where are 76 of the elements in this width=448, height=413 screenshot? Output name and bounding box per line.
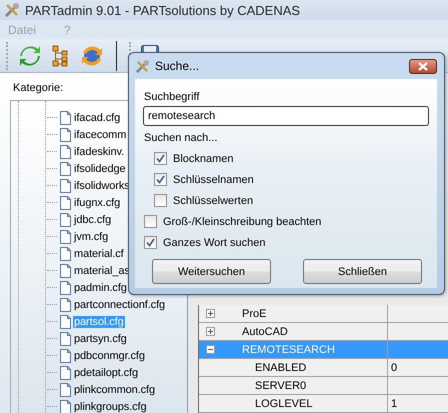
- tree-item[interactable]: ifacad.cfg: [73, 112, 122, 124]
- file-icon: [60, 196, 71, 210]
- checkbox[interactable]: [154, 173, 167, 186]
- tree-item[interactable]: ifsolidedge: [73, 162, 126, 174]
- file-icon: [60, 280, 71, 294]
- tree-item[interactable]: pdbconmgr.cfg: [73, 350, 146, 362]
- tree-item[interactable]: material_as: [73, 264, 131, 276]
- file-icon: [60, 246, 71, 260]
- file-icon: [60, 264, 71, 278]
- tree-item[interactable]: plinkcommon.cfg: [73, 384, 156, 396]
- tree-item[interactable]: material.cf: [73, 248, 125, 260]
- field-label: Suchbegriff: [144, 91, 200, 103]
- file-icon: [60, 348, 71, 362]
- file-icon: [60, 314, 71, 328]
- dialog-title: Suche...: [155, 59, 200, 73]
- file-icon: [60, 230, 71, 244]
- key-name: LOGLEVEL: [255, 398, 314, 410]
- refresh-icon[interactable]: [18, 44, 42, 68]
- tree-item[interactable]: ifugnx.cfg: [73, 196, 122, 208]
- section-label: Suchen nach...: [144, 132, 218, 144]
- value-cell: 0: [387, 359, 448, 376]
- checkbox-label: Blocknamen: [173, 152, 234, 164]
- globe-refresh-icon[interactable]: [80, 44, 104, 68]
- checkbox-label: Ganzes Wort suchen: [163, 236, 266, 248]
- file-icon: [60, 110, 71, 124]
- tree-item[interactable]: padmin.cfg: [73, 282, 128, 294]
- hierarchy-icon[interactable]: [52, 44, 70, 66]
- tree-item[interactable]: plinkgroups.cfg: [73, 400, 148, 412]
- file-icon: [60, 382, 71, 396]
- tree-item[interactable]: jdbc.cfg: [73, 214, 112, 226]
- checkbox[interactable]: [154, 194, 167, 207]
- checkbox-label: Schlüsselwerten: [173, 194, 254, 206]
- collapse-icon[interactable]: [206, 345, 214, 354]
- table-row[interactable]: ENABLED 0: [199, 359, 448, 377]
- checkbox-label: Groß-/Kleinschreibung beachten: [163, 216, 322, 228]
- file-icon: [60, 162, 71, 176]
- checkbox-label: Schlüsselnamen: [173, 174, 254, 186]
- table-row[interactable]: ProE: [199, 305, 448, 323]
- close-icon: [417, 62, 429, 70]
- key-name: ProE: [242, 308, 268, 320]
- checkbox[interactable]: [144, 236, 157, 249]
- expand-icon[interactable]: [206, 309, 214, 318]
- file-icon: [60, 178, 71, 192]
- table-row[interactable]: SERVER0: [199, 377, 448, 395]
- file-icon: [60, 400, 71, 413]
- key-name: REMOTESEARCH: [242, 344, 336, 356]
- tree-item[interactable]: partsyn.cfg: [73, 332, 128, 344]
- find-next-button[interactable]: Weitersuchen: [152, 259, 271, 284]
- file-icon: [60, 212, 71, 226]
- tree-item[interactable]: jvm.cfg: [73, 230, 110, 242]
- file-icon: [60, 128, 71, 142]
- key-name: SERVER0: [255, 380, 308, 392]
- close-dialog-button[interactable]: Schließen: [303, 259, 422, 284]
- category-label: Kategorie:: [13, 82, 64, 94]
- tree-item[interactable]: partconnectionf.cfg: [73, 298, 166, 310]
- value-cell: 1: [387, 395, 448, 412]
- tree-item[interactable]: pdetailopt.cfg: [73, 366, 140, 378]
- tree-item[interactable]: ifsolidworks: [73, 180, 131, 192]
- tools-icon: [4, 2, 20, 18]
- close-button[interactable]: [409, 58, 437, 74]
- search-field[interactable]: remotesearch: [143, 106, 429, 126]
- file-icon: [60, 144, 71, 158]
- tree-item[interactable]: ifacecomm: [73, 128, 128, 140]
- key-name: AutoCAD: [242, 326, 289, 338]
- checkbox[interactable]: [144, 215, 157, 228]
- tree-item[interactable]: ifadeskinv.: [73, 146, 126, 158]
- file-icon: [60, 332, 71, 346]
- table-row[interactable]: AutoCAD: [199, 323, 448, 341]
- tools-icon: [135, 58, 150, 74]
- file-icon: [60, 366, 71, 380]
- key-name: ENABLED: [255, 362, 308, 374]
- table-row[interactable]: LOGLEVEL 1: [199, 395, 448, 413]
- window-title: PARTadmin 9.01 - PARTsolutions by CADENAS: [25, 2, 300, 18]
- file-icon: [60, 298, 71, 312]
- checkbox[interactable]: [154, 152, 167, 165]
- expand-icon[interactable]: [206, 327, 214, 336]
